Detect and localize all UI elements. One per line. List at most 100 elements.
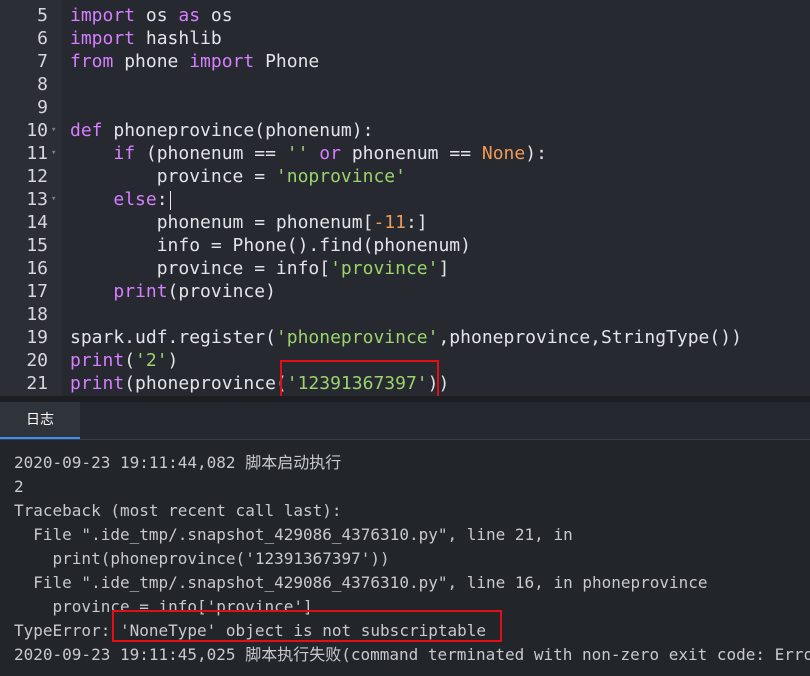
code-token: -11 <box>373 212 406 233</box>
code-editor[interactable]: 5 import os as os 6 import hashlib 7 from pho… <box>0 0 810 396</box>
line-number: 6 <box>37 28 48 49</box>
line-number: 18 <box>26 304 48 325</box>
log-line: File ".ide_tmp/.snapshot_429086_4376310.… <box>14 573 708 592</box>
code-token: 'province' <box>330 258 439 279</box>
log-console[interactable]: 2020-09-23 19:11:44,082 脚本启动执行 2 Traceback… <box>0 440 810 676</box>
log-line: 2020-09-23 19:11:45,025 脚本执行失败(command t… <box>14 645 810 664</box>
line-number: 10 <box>26 120 48 141</box>
code-text: info = Phone().find(phonenum) <box>70 234 471 257</box>
code-line[interactable]: 9 <box>0 96 810 119</box>
text-cursor <box>169 190 171 210</box>
code-token: phoneprovince(phonenum): <box>102 120 374 141</box>
code-token: import <box>70 28 136 49</box>
code-line[interactable]: 11 ▾ if (phonenum == '' or phonenum == No… <box>0 142 810 165</box>
code-token: 'phoneprovince' <box>275 327 439 348</box>
log-line: print(phoneprovince('12391367397')) <box>14 549 390 568</box>
code-line[interactable]: 12 province = 'noprovince' <box>0 165 810 188</box>
code-text: from phone import Phone <box>70 50 319 73</box>
code-text: print('2') <box>70 349 178 372</box>
code-token: def <box>70 120 103 141</box>
code-token: os <box>200 5 233 26</box>
code-line[interactable]: 18 <box>0 303 810 326</box>
line-number: 13 <box>26 189 48 210</box>
code-token: print <box>70 350 125 371</box>
line-number: 17 <box>26 281 48 302</box>
code-line[interactable]: 16 province = info['province'] <box>0 257 810 280</box>
log-line: 2020-09-23 19:11:44,082 脚本启动执行 <box>14 453 342 472</box>
code-token: (province) <box>167 281 276 302</box>
code-line[interactable]: 5 import os as os <box>0 4 810 27</box>
code-token: print <box>70 373 125 394</box>
code-token: import <box>189 51 255 72</box>
line-number: 7 <box>37 51 48 72</box>
line-number: 21 <box>26 373 48 394</box>
fold-toggle-icon[interactable]: ▾ <box>51 188 56 211</box>
line-number: 20 <box>26 350 48 371</box>
code-line[interactable]: 7 from phone import Phone <box>0 50 810 73</box>
line-number: 11 <box>26 143 48 164</box>
bottom-panel-tabbar: 日志 <box>0 402 810 440</box>
code-token: import <box>70 5 136 26</box>
code-token: from <box>70 51 114 72</box>
code-text: else: <box>70 188 171 211</box>
code-text: province = 'noprovince' <box>70 165 406 188</box>
line-number: 14 <box>26 212 48 233</box>
code-line[interactable]: 14 phonenum = phonenum[-11:] <box>0 211 810 234</box>
code-line[interactable]: 8 <box>0 73 810 96</box>
code-token: if <box>113 143 136 164</box>
code-line[interactable]: 19 spark.udf.register('phoneprovince',pho… <box>0 326 810 349</box>
log-line: 2 <box>14 477 24 496</box>
code-text: print(province) <box>70 280 276 303</box>
code-token: else <box>113 189 157 210</box>
code-text: phonenum = phonenum[-11:] <box>70 211 428 234</box>
code-token: ( <box>124 350 136 371</box>
code-token: (phonenum == <box>135 143 287 164</box>
highlight-box-error <box>112 610 502 642</box>
code-line[interactable]: 6 import hashlib <box>0 27 810 50</box>
code-text: import hashlib <box>70 27 222 50</box>
code-line[interactable]: 17 print(province) <box>0 280 810 303</box>
code-token: as <box>178 5 201 26</box>
line-number: 8 <box>37 74 48 95</box>
line-number: 19 <box>26 327 48 348</box>
line-number: 16 <box>26 258 48 279</box>
line-number: 5 <box>37 5 48 26</box>
code-token: :] <box>405 212 428 233</box>
code-text: spark.udf.register('phoneprovince',phone… <box>70 326 742 349</box>
fold-toggle-icon[interactable]: ▾ <box>51 119 56 142</box>
code-token: ): <box>525 143 547 164</box>
code-text: if (phonenum == '' or phonenum == None): <box>70 142 547 165</box>
line-number: 9 <box>37 97 48 118</box>
code-token: os <box>135 5 179 26</box>
log-line: File ".ide_tmp/.snapshot_429086_4376310.… <box>14 525 573 544</box>
highlight-box-argument <box>280 360 439 396</box>
code-token: phonenum = phonenum[ <box>70 212 374 233</box>
code-token: None <box>481 143 526 164</box>
log-line: Traceback (most recent call last): <box>14 501 342 520</box>
code-text: import os as os <box>70 4 233 27</box>
code-token: province = <box>70 166 276 187</box>
code-token: or <box>319 143 341 164</box>
code-token: province = info[ <box>70 258 331 279</box>
line-number: 12 <box>26 166 48 187</box>
code-line[interactable]: 13 ▾ else: <box>0 188 810 211</box>
code-token: phonenum == <box>340 143 482 164</box>
fold-toggle-icon[interactable]: ▾ <box>51 142 56 165</box>
code-token: print <box>113 281 168 302</box>
code-token: phone <box>113 51 190 72</box>
code-token: hashlib <box>135 28 222 49</box>
code-token: ,phoneprovince,StringType()) <box>438 327 742 348</box>
tab-log[interactable]: 日志 <box>0 402 80 439</box>
line-number: 15 <box>26 235 48 256</box>
code-token: info = Phone().find(phonenum) <box>70 235 471 256</box>
code-text: province = info['province'] <box>70 257 450 280</box>
code-token: '2' <box>135 350 168 371</box>
code-token: '' <box>286 143 309 164</box>
code-token: spark.udf.register( <box>70 327 276 348</box>
code-line[interactable]: 10 ▾ def phoneprovince(phonenum): <box>0 119 810 142</box>
code-token: (phoneprovince( <box>124 373 287 394</box>
code-line[interactable]: 15 info = Phone().find(phonenum) <box>0 234 810 257</box>
